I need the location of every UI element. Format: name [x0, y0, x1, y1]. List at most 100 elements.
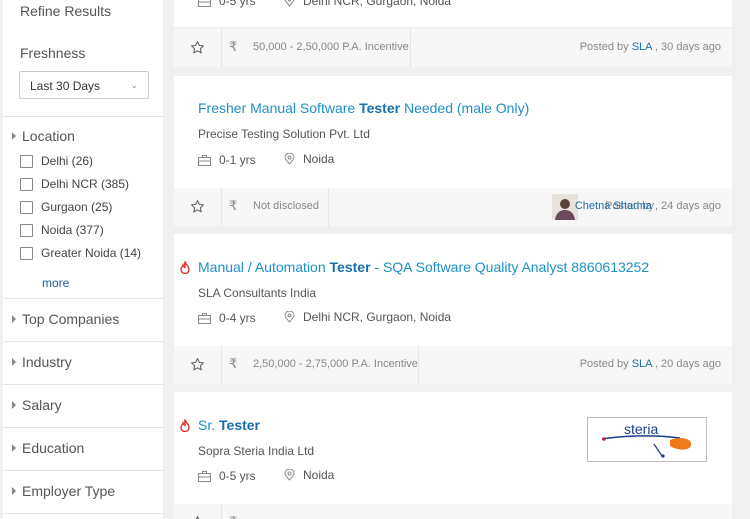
rupee-icon: ₹ — [229, 39, 238, 54]
company-logo[interactable]: steria — [587, 417, 707, 462]
job-card[interactable]: Fresher Manual Software Tester Needed (m… — [174, 76, 732, 188]
experience: 0-4 yrs — [198, 311, 256, 325]
job-card[interactable]: 0-5 yrs Delhi NCR, Gurgaon, Noida — [174, 0, 732, 27]
briefcase-icon — [198, 312, 211, 324]
experience-text: 0-5 yrs — [219, 0, 256, 8]
company-name[interactable]: SLA Consultants India — [198, 286, 316, 300]
posted-by: Posted by SLA , 20 days ago — [580, 358, 721, 370]
section-title: Employer Type — [22, 483, 116, 499]
experience-text: 0-5 yrs — [219, 469, 256, 483]
star-icon[interactable] — [190, 40, 205, 55]
job-card-footer: ₹ — [174, 504, 732, 519]
divider — [3, 298, 163, 299]
location-text: Noida — [303, 152, 335, 166]
salary-section-toggle[interactable]: Salary — [12, 397, 62, 413]
freshness-title: Freshness — [20, 45, 86, 61]
freshness-selected-value: Last 30 Days — [30, 79, 101, 93]
education-section-toggle[interactable]: Education — [12, 440, 84, 456]
top-companies-section-toggle[interactable]: Top Companies — [12, 311, 119, 327]
location-filter-delhi-ncr[interactable]: Delhi NCR (385) — [20, 177, 129, 191]
location-filter-greater-noida[interactable]: Greater Noida (14) — [20, 246, 141, 260]
divider — [3, 341, 163, 342]
caret-right-icon — [12, 487, 16, 495]
checkbox[interactable] — [20, 200, 33, 214]
company-name[interactable]: Sopra Steria India Ltd — [198, 444, 314, 458]
location-filter-delhi[interactable]: Delhi (26) — [20, 154, 93, 168]
location-filter-label: Gurgaon (25) — [41, 200, 113, 214]
location-pin-icon — [284, 0, 295, 7]
location-filter-gurgaon[interactable]: Gurgaon (25) — [20, 200, 112, 214]
checkbox[interactable] — [20, 246, 33, 260]
section-title: Salary — [22, 397, 62, 413]
refine-results-title: Refine Results — [20, 3, 112, 19]
briefcase-icon — [198, 470, 211, 482]
job-title-prefix: Fresher Manual Software — [198, 100, 360, 116]
divider — [3, 513, 163, 514]
briefcase-icon — [198, 154, 211, 166]
caret-right-icon — [12, 132, 16, 140]
divider — [410, 29, 411, 67]
steria-logo: steria — [601, 421, 692, 458]
company-name[interactable]: Precise Testing Solution Pvt. Ltd — [198, 127, 370, 141]
freshness-select[interactable]: Last 30 Days ⌄ — [19, 71, 149, 99]
star-icon[interactable] — [190, 199, 205, 214]
section-title: Education — [22, 440, 85, 456]
job-title-suffix: Needed (male Only) — [400, 100, 530, 116]
star-icon[interactable] — [190, 515, 205, 519]
job-card[interactable]: Sr. Tester Sopra Steria India Ltd 0-5 yr… — [174, 392, 732, 504]
location-section-toggle[interactable]: Location — [12, 128, 75, 144]
posted-date: , 24 days ago — [651, 200, 721, 212]
posted-by: Posted by SLA , 30 days ago — [580, 41, 721, 53]
location-filter-noida[interactable]: Noida (377) — [20, 223, 104, 237]
recruiter-link[interactable]: SLA — [632, 41, 652, 53]
divider — [3, 427, 163, 428]
divider — [221, 188, 222, 226]
rupee-icon: ₹ — [229, 514, 237, 519]
experience-text: 0-4 yrs — [219, 311, 256, 325]
star-icon[interactable] — [190, 357, 205, 372]
checkbox[interactable] — [20, 177, 33, 191]
location-filter-label: Delhi (26) — [41, 154, 94, 168]
location-pin-icon — [284, 469, 295, 481]
job-title-prefix: Manual / Automation — [198, 259, 330, 275]
section-title: Industry — [22, 354, 72, 370]
job-title-link[interactable]: Fresher Manual Software Tester Needed (m… — [198, 100, 529, 116]
industry-section-toggle[interactable]: Industry — [12, 354, 72, 370]
job-title-suffix: - SQA Software Quality Analyst 886061325… — [370, 259, 650, 275]
recruiter-link[interactable]: SLA — [632, 358, 652, 370]
experience: 0-5 yrs — [198, 469, 256, 483]
section-title: Top Companies — [22, 311, 120, 327]
job-title-prefix: Sr. — [198, 417, 220, 433]
location: Delhi NCR, Gurgaon, Noida — [284, 0, 451, 8]
divider — [221, 346, 222, 384]
briefcase-icon — [198, 0, 211, 7]
location-filter-label: Delhi NCR (385) — [41, 177, 130, 191]
divider — [328, 188, 329, 226]
divider — [221, 504, 222, 519]
experience: 0-1 yrs — [198, 153, 256, 167]
location: Noida — [284, 152, 334, 166]
more-locations-link[interactable]: more — [42, 276, 69, 290]
divider — [221, 29, 222, 67]
divider — [3, 470, 163, 471]
checkbox[interactable] — [20, 223, 33, 237]
location-filter-label: Greater Noida (14) — [41, 246, 142, 260]
job-title-link[interactable]: Sr. Tester — [198, 417, 260, 433]
employer-type-section-toggle[interactable]: Employer Type — [12, 483, 115, 499]
job-card[interactable]: Manual / Automation Tester - SQA Softwar… — [174, 234, 732, 346]
experience: 0-5 yrs — [198, 0, 256, 8]
job-card-footer: ₹ Not disclosed Posted by Chetna Sharma … — [174, 188, 732, 226]
caret-right-icon — [12, 444, 16, 452]
location-pin-icon — [284, 153, 295, 165]
job-card-footer: ₹ 50,000 - 2,50,000 P.A. Incentive Poste… — [174, 29, 732, 67]
checkbox[interactable] — [20, 154, 33, 168]
recruiter-link[interactable]: Chetna Sharma — [575, 200, 652, 212]
experience-text: 0-1 yrs — [219, 153, 256, 167]
chevron-down-icon: ⌄ — [130, 80, 138, 90]
location-text: Delhi NCR, Gurgaon, Noida — [303, 310, 452, 324]
divider — [418, 346, 419, 384]
location: Delhi NCR, Gurgaon, Noida — [284, 310, 451, 324]
job-title-keyword: Tester — [359, 100, 401, 116]
job-card-footer: ₹ 2,50,000 - 2,75,000 P.A. Incentive Pos… — [174, 346, 732, 384]
job-title-link[interactable]: Manual / Automation Tester - SQA Softwar… — [198, 259, 649, 275]
